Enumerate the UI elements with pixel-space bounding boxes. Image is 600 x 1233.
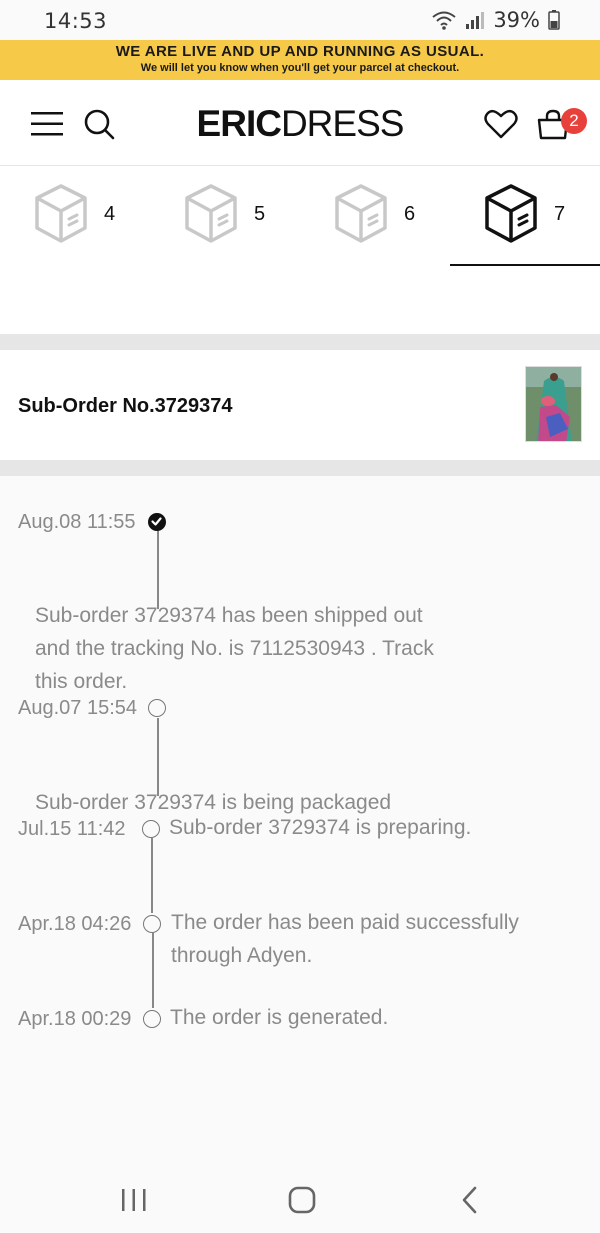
package-tab-7[interactable]: 7 <box>450 166 600 268</box>
timeline-date: Aug.07 15:54 <box>18 697 137 719</box>
suborder-row[interactable]: Sub-Order No.3729374 <box>0 350 600 460</box>
timeline-message-line: Sub-order 3729374 is preparing. <box>169 816 472 839</box>
timeline-connector <box>157 718 159 796</box>
package-tabs: 4 5 6 7 <box>0 166 600 268</box>
tab-label: 4 <box>104 203 116 225</box>
order-timeline: Aug.08 11:55 Sub-order 3729374 has been … <box>0 476 600 1166</box>
suborder-title: Sub-Order No.3729374 <box>18 395 233 417</box>
status-circle-icon <box>143 915 161 933</box>
recent-apps-icon[interactable] <box>114 1180 154 1220</box>
logo-bold-part: ERIC <box>196 103 282 144</box>
timeline-date: Aug.08 11:55 <box>18 511 136 533</box>
timeline-date: Apr.18 00:29 <box>18 1008 132 1030</box>
package-tab-5[interactable]: 5 <box>150 166 300 268</box>
active-tab-indicator <box>450 264 600 266</box>
system-nav-bar <box>0 1166 600 1233</box>
battery-icon <box>548 10 560 30</box>
tab-label: 5 <box>254 203 266 225</box>
timeline-message-line: through Adyen. <box>171 944 313 967</box>
check-icon <box>148 513 166 531</box>
app-header: ERICDRESS <box>0 80 600 166</box>
section-divider <box>0 334 600 350</box>
status-circle-icon <box>142 820 160 838</box>
wifi-icon <box>432 11 456 30</box>
timeline-connector <box>151 838 153 913</box>
package-tab-6[interactable]: 6 <box>300 166 450 268</box>
timeline-message: Sub-order 3729374 has been shipped out a… <box>35 599 434 698</box>
logo-regular-part: DRESS <box>280 103 404 144</box>
timeline-message: The order has been paid successfully thr… <box>171 906 519 972</box>
cart-count-badge: 2 <box>561 108 587 134</box>
timeline-connector <box>157 531 159 609</box>
heart-icon[interactable] <box>483 106 519 142</box>
status-icons: 39% <box>431 8 560 32</box>
timeline-date: Apr.18 04:26 <box>18 913 132 935</box>
tab-label: 6 <box>404 203 416 225</box>
timeline-message-line[interactable]: and the tracking No. is 7112530943 . Tra… <box>35 632 434 665</box>
tab-content-spacer <box>0 268 600 334</box>
section-divider <box>0 460 600 476</box>
banner-subtext: We will let you know when you'll get you… <box>140 62 460 74</box>
signal-icon <box>466 12 485 29</box>
timeline-message-line: The order has been paid successfully <box>171 911 519 934</box>
status-time: 14:53 <box>44 9 108 33</box>
status-circle-icon <box>143 1010 161 1028</box>
tab-label: 7 <box>554 203 566 225</box>
timeline-message-line[interactable]: this order. <box>35 665 434 698</box>
timeline-message: Sub-order 3729374 is preparing. <box>169 811 471 844</box>
package-box-icon <box>485 184 537 243</box>
back-icon[interactable] <box>450 1180 490 1220</box>
announcement-banner: WE ARE LIVE AND UP AND RUNNING AS USUAL.… <box>0 40 600 80</box>
timeline-message: The order is generated. <box>170 1001 388 1034</box>
home-icon[interactable] <box>282 1180 322 1220</box>
package-box-icon <box>185 184 237 243</box>
status-circle-icon <box>148 699 166 717</box>
package-box-icon <box>35 184 87 243</box>
timeline-message-line: Sub-order 3729374 has been shipped out <box>35 604 423 627</box>
product-thumbnail[interactable] <box>525 366 582 442</box>
battery-percent: 39% <box>493 8 540 32</box>
status-bar: 14:53 39% <box>0 0 600 40</box>
package-box-icon <box>335 184 387 243</box>
timeline-connector <box>152 933 154 1008</box>
banner-headline: WE ARE LIVE AND UP AND RUNNING AS USUAL. <box>115 43 485 60</box>
timeline-date: Jul.15 11:42 <box>18 818 126 840</box>
timeline-message-line: The order is generated. <box>170 1006 389 1029</box>
package-tab-4[interactable]: 4 <box>0 166 150 268</box>
